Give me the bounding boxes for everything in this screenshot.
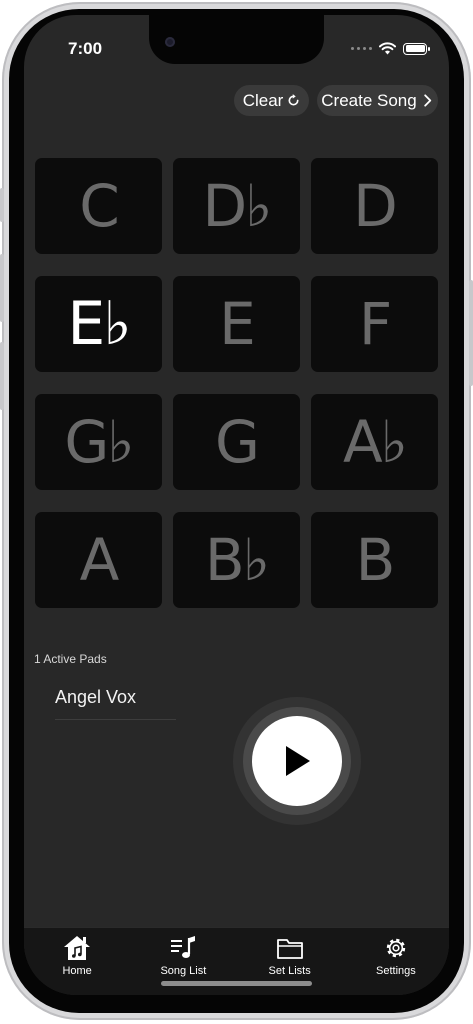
active-pads-count: 1 Active Pads [34, 652, 107, 666]
play-button-halo [233, 697, 361, 825]
folder-icon [276, 939, 303, 959]
play-button[interactable] [252, 716, 342, 806]
key-pad-c[interactable]: C [35, 158, 162, 254]
key-pad-b[interactable]: B [311, 512, 438, 608]
key-pad-d[interactable]: D [311, 158, 438, 254]
play-button-ring [243, 707, 351, 815]
key-pad-a[interactable]: A [35, 512, 162, 608]
volume-down-button [0, 342, 4, 410]
tab-settings[interactable]: Settings [343, 928, 449, 995]
power-button [469, 280, 473, 386]
tab-home-label: Home [62, 965, 92, 977]
sound-selector[interactable]: Angel Vox [55, 687, 136, 708]
key-pad-g[interactable]: G [173, 394, 300, 490]
refresh-icon [288, 94, 299, 106]
status-icons [351, 42, 430, 55]
tab-set-lists-label: Set Lists [268, 965, 311, 977]
key-pad-d-flat[interactable]: D♭ [173, 158, 300, 254]
sound-selector-underline [55, 719, 176, 720]
volume-up-button [0, 254, 4, 322]
home-indicator [161, 981, 312, 986]
status-time: 7:00 [68, 39, 103, 58]
notch [149, 15, 324, 64]
key-pad-f[interactable]: F [311, 276, 438, 372]
music-list-icon [171, 936, 196, 958]
wifi-icon [379, 42, 396, 55]
tab-home[interactable]: Home [24, 928, 130, 995]
key-pad-a-flat[interactable]: A♭ [311, 394, 438, 490]
key-pad-g-flat[interactable]: G♭ [35, 394, 162, 490]
tab-song-list-label: Song List [160, 965, 207, 977]
create-song-label: Create Song [321, 90, 417, 110]
key-pad-e-flat[interactable]: E♭ [35, 276, 162, 372]
tab-settings-label: Settings [376, 965, 416, 977]
gear-icon [386, 938, 406, 958]
key-pad-e[interactable]: E [173, 276, 300, 372]
key-pad-grid: C D♭ D E♭ E F G♭ G A♭ A B♭ B [35, 158, 438, 608]
home-icon [64, 936, 91, 960]
app-screen: 7:00 Clear Create Song C D♭ D E♭ E F G♭ … [24, 15, 449, 995]
signal-icon [351, 47, 372, 50]
clear-button[interactable]: Clear [234, 85, 309, 116]
create-song-button[interactable]: Create Song [317, 85, 438, 116]
mute-switch [0, 188, 4, 222]
key-pad-b-flat[interactable]: B♭ [173, 512, 300, 608]
camera-icon [165, 37, 175, 47]
clear-button-label: Clear [242, 90, 284, 110]
battery-icon [403, 42, 430, 55]
play-icon [286, 746, 310, 776]
chevron-right-icon [423, 94, 431, 107]
